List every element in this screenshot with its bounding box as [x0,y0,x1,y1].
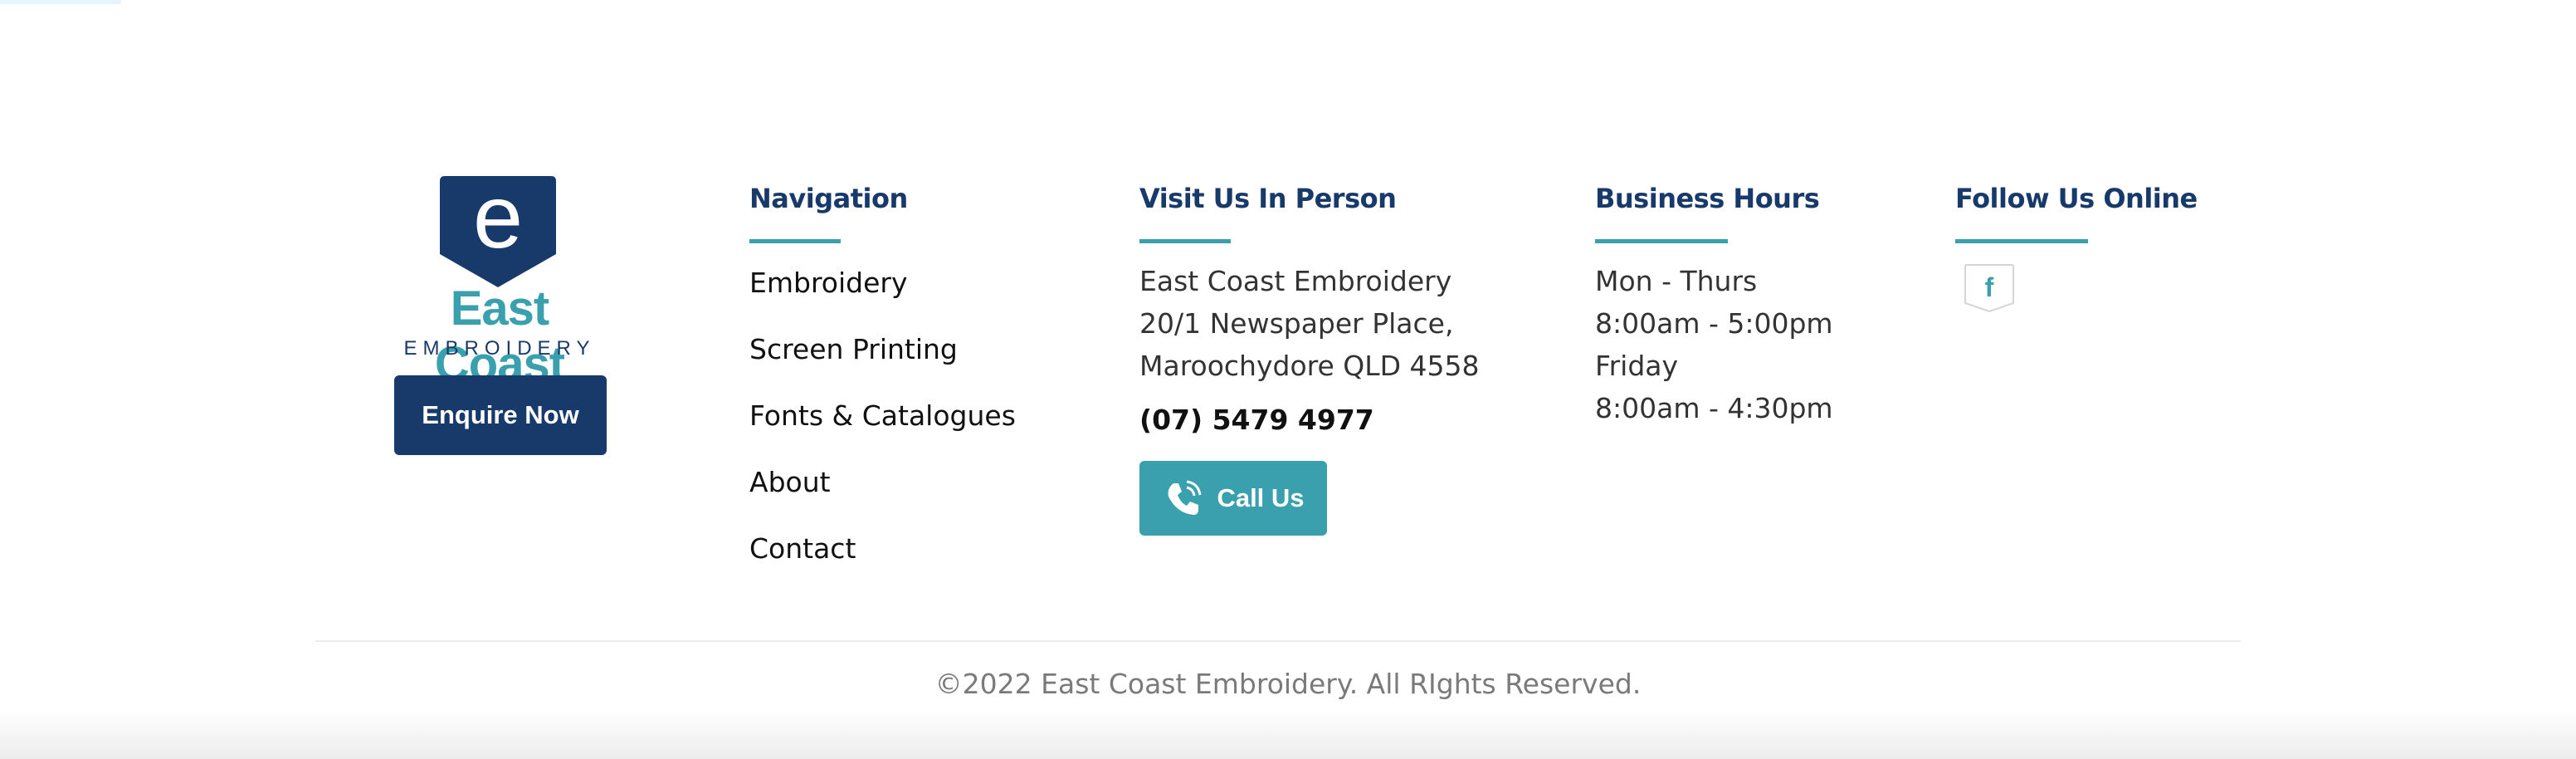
svg-text:f: f [1985,272,1994,302]
phone-icon [1168,480,1202,515]
enquire-now-button[interactable]: Enquire Now [394,375,607,455]
hours-block: Mon - Thurs 8:00am - 5:00pm Friday 8:00a… [1595,260,1833,429]
heading-underline [749,239,841,243]
call-us-button[interactable]: Call Us [1139,461,1327,536]
footer-divider [315,640,2241,642]
follow-column: Follow Us Online f [1955,178,2198,316]
bottom-shade [0,709,2576,759]
facebook-icon[interactable]: f [1964,263,2015,313]
hours-line: 8:00am - 4:30pm [1595,392,1833,424]
heading-underline [1595,239,1728,243]
visit-column: Visit Us In Person East Coast Embroidery… [1139,178,1480,536]
navigation-column: Navigation Embroidery Screen Printing Fo… [749,178,1016,597]
nav-link-about[interactable]: About [749,464,1016,531]
hours-line: Friday [1595,350,1679,382]
phone-number[interactable]: (07) 5479 4977 [1139,404,1480,436]
nav-link-fonts-catalogues[interactable]: Fonts & Catalogues [749,398,1016,464]
logo-letter: e [473,176,523,267]
hours-line: Mon - Thurs [1595,265,1758,297]
heading-underline [1139,239,1231,243]
address-line: East Coast Embroidery [1139,265,1452,297]
nav-link-embroidery[interactable]: Embroidery [749,265,1016,331]
hours-heading: Business Hours [1595,183,1820,214]
copyright-text: ©2022 East Coast Embroidery. All RIghts … [934,668,1642,700]
address-block: East Coast Embroidery 20/1 Newspaper Pla… [1139,260,1480,387]
visit-heading: Visit Us In Person [1139,183,1397,214]
heading-underline [1955,239,2088,243]
address-line: Maroochydore QLD 4558 [1139,350,1480,382]
business-hours-column: Business Hours Mon - Thurs 8:00am - 5:00… [1595,178,1833,429]
navigation-list: Embroidery Screen Printing Fonts & Catal… [749,265,1016,597]
call-us-label: Call Us [1217,483,1305,512]
nav-link-contact[interactable]: Contact [749,531,1016,597]
address-line: 20/1 Newspaper Place, [1139,307,1454,340]
follow-heading: Follow Us Online [1955,183,2198,214]
nav-link-screen-printing[interactable]: Screen Printing [749,331,1016,398]
top-accent-strip [0,0,121,4]
brand-subname: EMBROIDERY [403,337,596,360]
logo-shield-icon[interactable]: e [440,176,556,287]
hours-line: 8:00am - 5:00pm [1595,307,1833,340]
navigation-heading: Navigation [749,183,908,214]
